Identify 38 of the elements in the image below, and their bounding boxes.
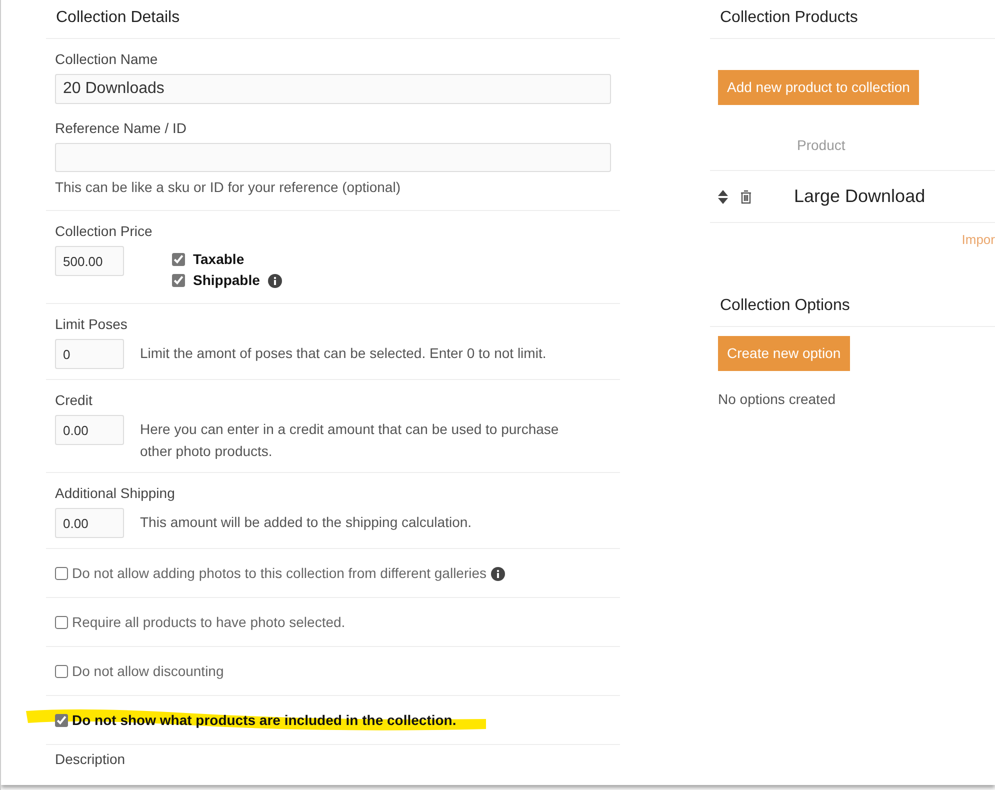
info-icon[interactable] xyxy=(268,274,282,288)
number-field[interactable]: 0 xyxy=(55,339,124,369)
checkbox-label: Shippable xyxy=(193,271,260,290)
checkbox[interactable] xyxy=(55,567,68,580)
help-text: Here you can enter in a credit amount that can be used to purchase other photo products. xyxy=(140,420,560,461)
checkbox-label: Do not allow adding photos to this collection from different galleries xyxy=(72,564,487,583)
checkbox[interactable] xyxy=(55,665,68,678)
help-text: Limit the amont of poses that can be selected. Enter 0 to not limit. xyxy=(140,344,546,363)
sort-icon[interactable] xyxy=(718,190,728,204)
help-text: This can be like a sku or ID for your reference (optional) xyxy=(55,178,402,197)
field-label: Credit xyxy=(55,392,94,409)
section-title: Collection Products xyxy=(710,0,995,39)
info-icon[interactable] xyxy=(490,566,505,580)
field-label: Limit Poses xyxy=(55,316,128,333)
name-field[interactable]: 20 Downloads xyxy=(55,74,611,104)
number-field[interactable]: 0.00 xyxy=(55,415,124,445)
checkbox[interactable] xyxy=(55,714,68,727)
checkbox-label: Require all products to have photo selected. xyxy=(72,613,346,632)
number-field[interactable]: 0.00 xyxy=(55,508,124,538)
price-field[interactable]: 500.00 xyxy=(55,246,124,276)
field-label: Collection Price xyxy=(55,223,154,240)
field-label: Description xyxy=(54,750,126,768)
section-title: Collection Options xyxy=(710,288,995,327)
checkbox-label: Taxable xyxy=(193,250,244,269)
help-text: This amount will be added to the shipping calculation. xyxy=(140,513,472,532)
trash-icon[interactable] xyxy=(740,190,752,204)
field-label: Reference Name / ID xyxy=(55,120,188,137)
column-header: Product xyxy=(710,121,995,171)
checkbox[interactable] xyxy=(172,253,185,266)
field-label: Additional Shipping xyxy=(55,485,176,502)
checkbox[interactable] xyxy=(55,616,68,629)
field-label: Collection Name xyxy=(55,51,159,68)
reference-field[interactable] xyxy=(55,143,611,172)
checkbox[interactable] xyxy=(172,274,185,287)
product-name: Large Download xyxy=(794,185,926,208)
section-title: Collection Details xyxy=(46,0,620,39)
empty-message: No options created xyxy=(717,390,837,409)
checkbox-label: Do not allow discounting xyxy=(72,662,224,681)
